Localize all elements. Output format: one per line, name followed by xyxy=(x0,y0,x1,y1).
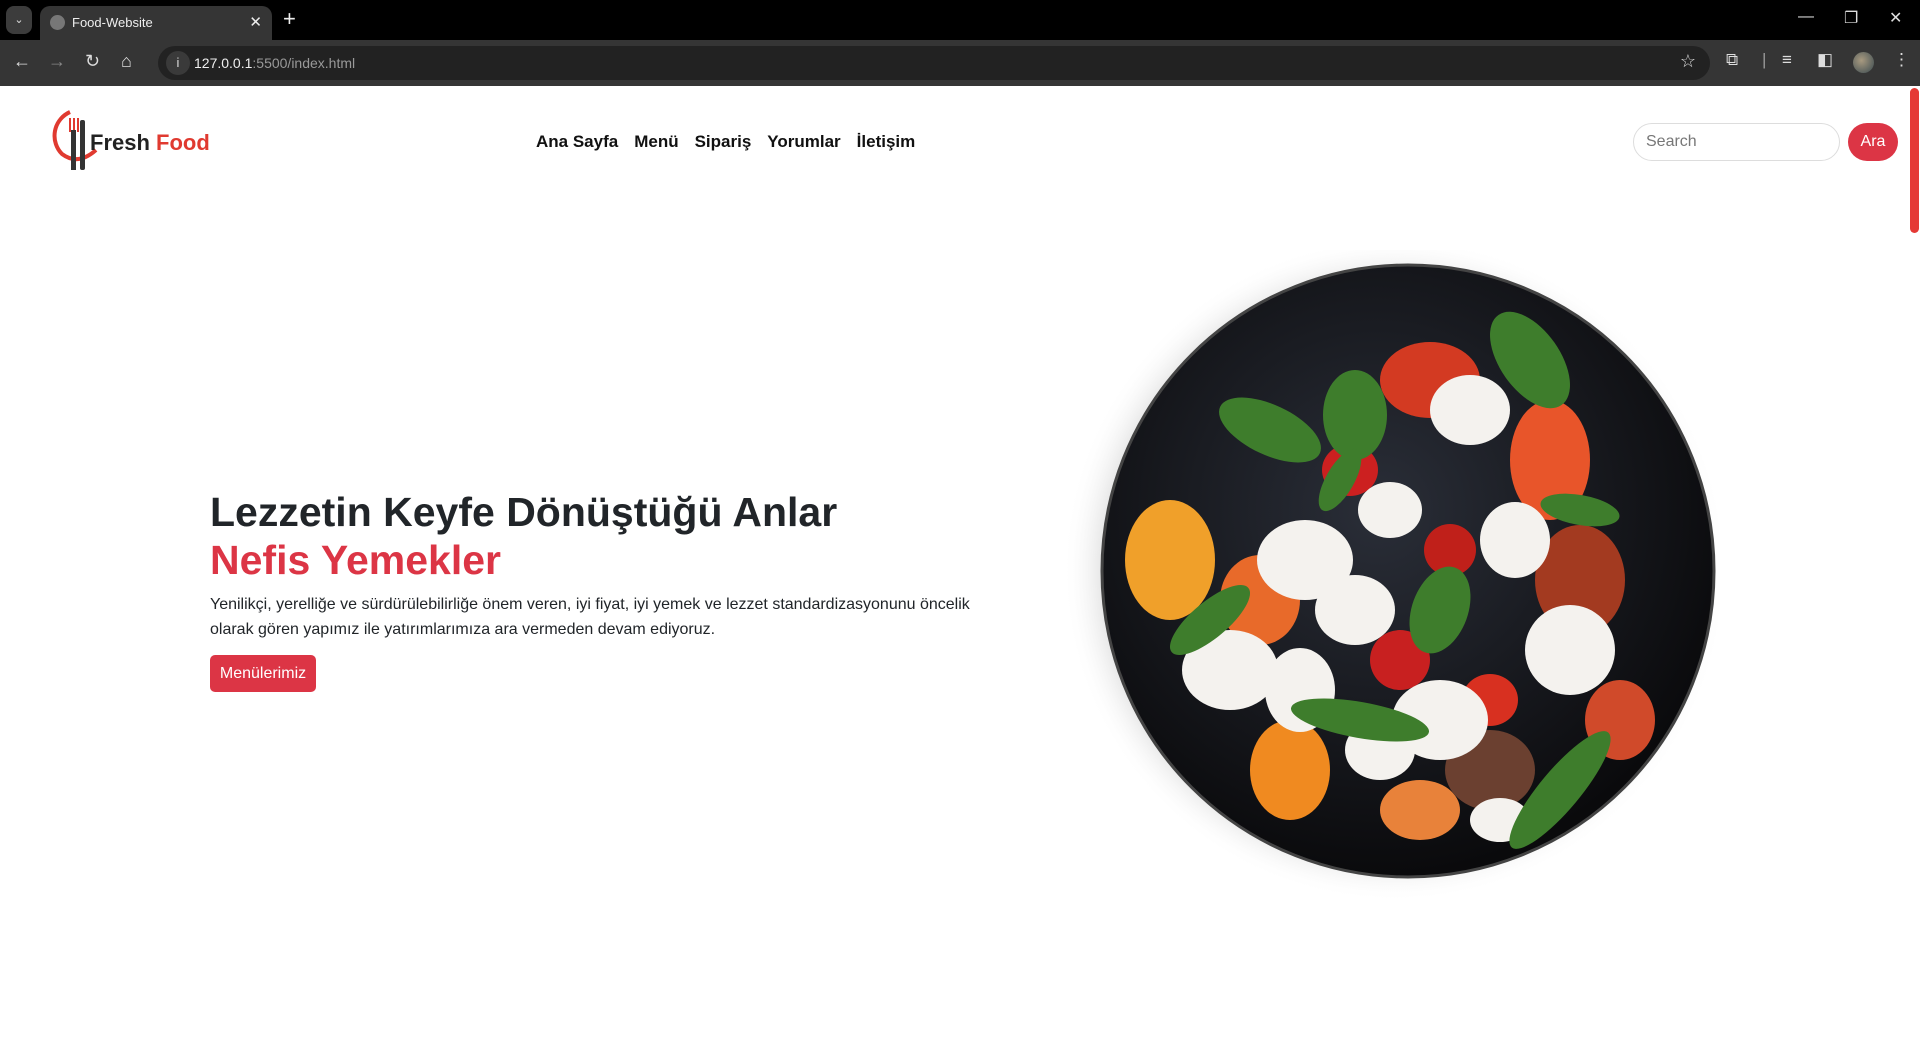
forward-icon[interactable]: → xyxy=(48,51,66,72)
url-path: :5500/index.html xyxy=(252,55,356,71)
logo-text-fresh: Fresh xyxy=(90,130,150,155)
main-nav: Ana Sayfa Menü Sipariş Yorumlar İletişim xyxy=(536,132,915,152)
media-icon[interactable]: ≡ xyxy=(1782,50,1792,70)
url-field[interactable]: i 127.0.0.1:5500/index.html ☆ xyxy=(158,46,1710,80)
divider: | xyxy=(1762,50,1767,69)
nav-menu[interactable]: Menü xyxy=(634,132,678,152)
logo-text-food: Food xyxy=(149,130,210,155)
browser-tab[interactable]: Food-Website ✕ xyxy=(40,6,272,40)
search-input[interactable] xyxy=(1633,123,1840,161)
star-icon[interactable]: ☆ xyxy=(1680,51,1696,72)
nav-yorumlar[interactable]: Yorumlar xyxy=(767,132,840,152)
tab-list-icon[interactable]: ⌄ xyxy=(6,6,32,34)
home-icon[interactable]: ⌂ xyxy=(121,51,132,72)
address-bar: ← → ↻ ⌂ i 127.0.0.1:5500/index.html ☆ ⧉ … xyxy=(0,40,1920,86)
menus-button[interactable]: Menülerimiz xyxy=(210,655,316,692)
hero-text: Yenilikçi, yerelliğe ve sürdürülebilirli… xyxy=(210,596,970,638)
reload-icon[interactable]: ↻ xyxy=(85,51,100,72)
more-icon[interactable]: ⋮ xyxy=(1893,50,1910,70)
logo[interactable]: Fresh Food xyxy=(52,110,212,174)
close-icon[interactable]: ✕ xyxy=(249,13,262,31)
extensions-icon[interactable]: ⧉ xyxy=(1726,50,1738,70)
plus-icon[interactable]: + xyxy=(283,6,296,32)
hero-title: Lezzetin Keyfe Dönüştüğü Anlar xyxy=(210,489,838,535)
scrollbar[interactable] xyxy=(1910,88,1919,233)
search-button[interactable]: Ara xyxy=(1848,123,1898,161)
back-icon[interactable]: ← xyxy=(13,51,31,72)
sidepanel-icon[interactable]: ◧ xyxy=(1817,50,1833,70)
salad-plate-image xyxy=(1063,250,1720,900)
globe-icon xyxy=(50,15,65,30)
close-window-icon[interactable]: ✕ xyxy=(1889,8,1902,28)
tab-bar: ⌄ Food-Website ✕ + — ❐ ✕ xyxy=(0,0,1920,40)
hero-subtitle: Nefis Yemekler xyxy=(210,537,502,583)
minimize-icon[interactable]: — xyxy=(1798,8,1814,26)
profile-avatar[interactable] xyxy=(1853,52,1874,73)
restore-icon[interactable]: ❐ xyxy=(1844,8,1858,28)
nav-iletisim[interactable]: İletişim xyxy=(857,132,916,152)
info-icon[interactable]: i xyxy=(166,51,190,75)
nav-siparis[interactable]: Sipariş xyxy=(695,132,752,152)
nav-ana-sayfa[interactable]: Ana Sayfa xyxy=(536,132,618,152)
url-host: 127.0.0.1 xyxy=(194,55,253,71)
tab-title: Food-Website xyxy=(72,15,153,30)
